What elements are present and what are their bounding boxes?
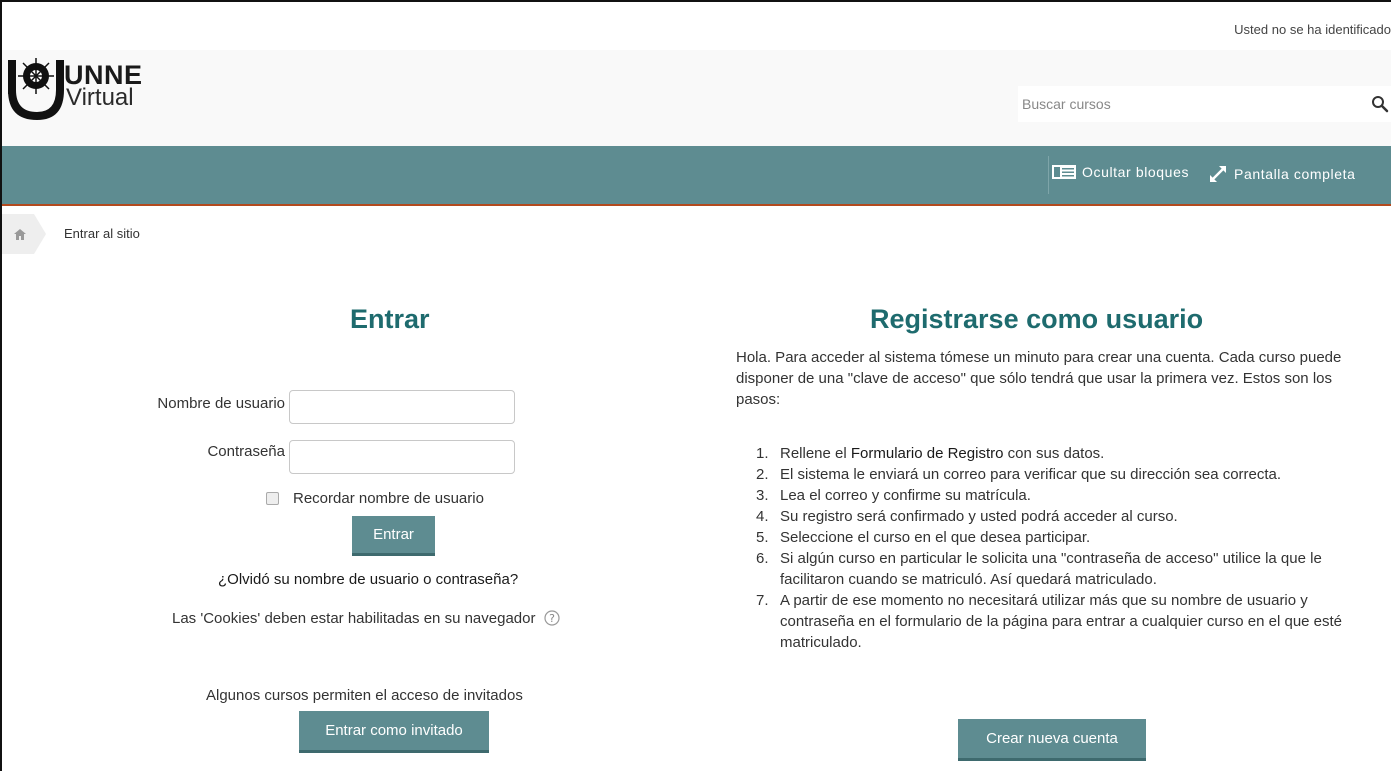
hide-blocks-button[interactable]: Ocultar bloques <box>1052 164 1189 180</box>
guest-login-button[interactable]: Entrar como invitado <box>299 711 489 753</box>
signup-step: 1. Rellene el Formulario de Registro con… <box>750 443 1362 464</box>
remember-username: Recordar nombre de usuario <box>266 490 484 507</box>
step-number: 7. <box>756 592 769 609</box>
signup-title: Registrarse como usuario <box>870 304 1204 334</box>
guest-access-text: Algunos cursos permiten el acceso de inv… <box>206 687 523 704</box>
fullscreen-button[interactable]: Pantalla completa <box>1208 164 1356 184</box>
step-text: Lea el correo y confirme su matrícula. <box>780 487 1031 504</box>
cookies-text: Las 'Cookies' deben estar habilitadas en… <box>172 610 536 627</box>
step-text: Su registro será confirmado y usted podr… <box>780 508 1178 525</box>
login-info: Usted no se ha identificado <box>1234 22 1391 37</box>
blocks-icon <box>1052 165 1076 179</box>
breadcrumb-home[interactable] <box>2 214 34 254</box>
svg-text:?: ? <box>549 612 555 625</box>
step-number: 1. <box>756 445 769 462</box>
signup-step: 2. El sistema le enviará un correo para … <box>750 464 1362 485</box>
step-number: 6. <box>756 550 769 567</box>
signup-step: 7. A partir de ese momento no necesitará… <box>750 590 1362 653</box>
password-field[interactable] <box>289 440 515 474</box>
hide-blocks-label: Ocultar bloques <box>1082 164 1190 180</box>
cookies-notice: Las 'Cookies' deben estar habilitadas en… <box>172 610 560 627</box>
step-number: 5. <box>756 529 769 546</box>
login-button[interactable]: Entrar <box>352 516 435 556</box>
step-text: El sistema le enviará un correo para ver… <box>780 466 1282 483</box>
signup-step: 5. Seleccione el curso en el que desea p… <box>750 527 1362 548</box>
search-input[interactable] <box>1018 86 1366 122</box>
step1-text-before: Rellene el <box>780 445 851 462</box>
forgot-password-link[interactable]: ¿Olvidó su nombre de usuario o contraseñ… <box>218 571 518 588</box>
logo-text-virtual: Virtual <box>66 84 134 111</box>
search-icon[interactable] <box>1371 95 1389 113</box>
remember-checkbox[interactable] <box>266 492 279 505</box>
home-icon <box>14 229 26 240</box>
signup-steps: 1. Rellene el Formulario de Registro con… <box>750 443 1362 653</box>
signup-step: 3. Lea el correo y confirme su matrícula… <box>750 485 1362 506</box>
step-text: Si algún curso en particular le solicita… <box>780 550 1322 588</box>
search-box <box>1018 86 1391 122</box>
remember-label: Recordar nombre de usuario <box>293 490 484 507</box>
breadcrumb-current: Entrar al sitio <box>64 226 140 241</box>
step-number: 3. <box>756 487 769 504</box>
top-border <box>0 0 1391 2</box>
signup-step: 4. Su registro será confirmado y usted p… <box>750 506 1362 527</box>
password-label: Contraseña <box>207 443 285 460</box>
create-account-button[interactable]: Crear nueva cuenta <box>958 719 1146 761</box>
signup-form-link[interactable]: Formulario de Registro <box>851 445 1004 462</box>
step-number: 4. <box>756 508 769 525</box>
step1-text-after: con sus datos. <box>1003 445 1105 462</box>
username-label: Nombre de usuario <box>157 395 285 412</box>
breadcrumb-separator <box>34 214 46 254</box>
signup-intro: Hola. Para acceder al sistema tómese un … <box>736 349 1342 408</box>
step-text: Seleccione el curso en el que desea part… <box>780 529 1091 546</box>
signup-step: 6. Si algún curso en particular le solic… <box>750 548 1362 590</box>
nav-bar: Ocultar bloques Pantalla completa <box>2 146 1391 206</box>
expand-icon <box>1210 166 1226 182</box>
fullscreen-label: Pantalla completa <box>1234 166 1356 182</box>
breadcrumb: Entrar al sitio <box>2 206 1391 256</box>
step-number: 2. <box>756 466 769 483</box>
help-icon[interactable]: ? <box>544 610 560 626</box>
username-field[interactable] <box>289 390 515 424</box>
step-text: A partir de ese momento no necesitará ut… <box>780 592 1343 651</box>
login-title: Entrar <box>350 304 430 334</box>
nav-divider <box>1048 156 1049 194</box>
